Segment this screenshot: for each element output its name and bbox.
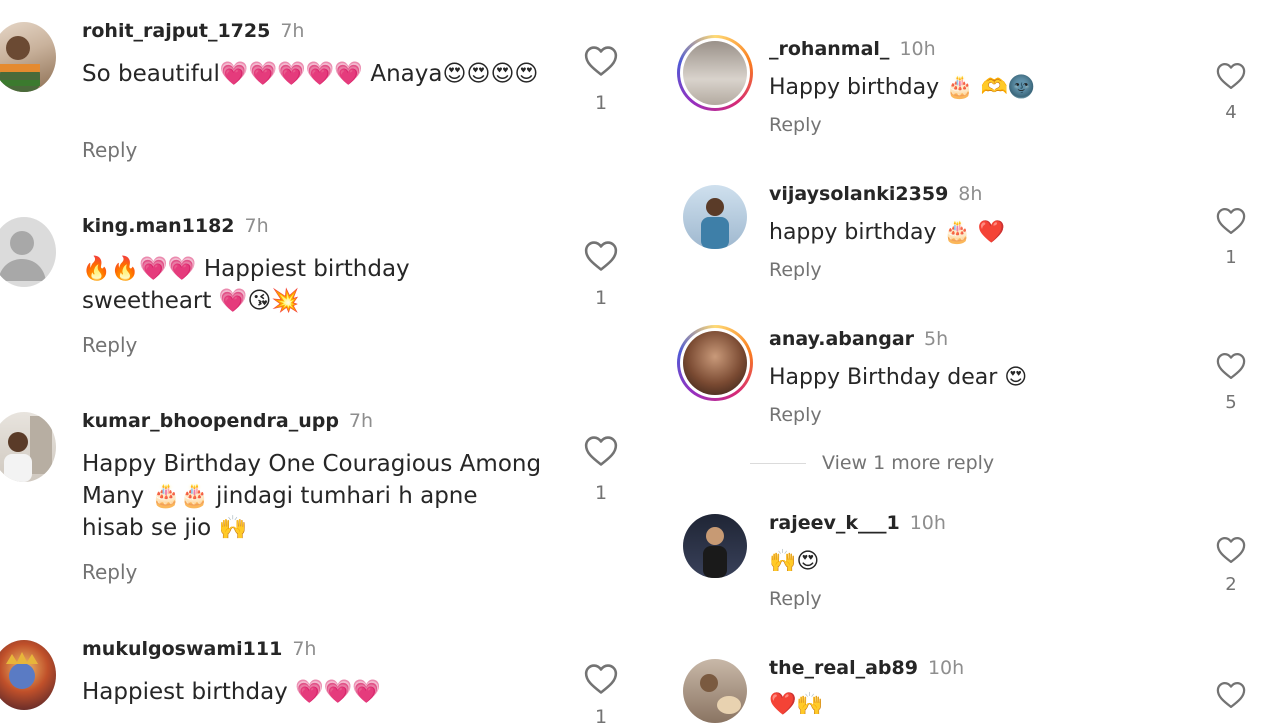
timestamp: 7h <box>348 410 374 432</box>
comment-text: ❤️🙌 <box>769 692 824 717</box>
avatar[interactable] <box>677 325 753 401</box>
reply-item: the_real_ab89 10h ❤️🙌 <box>640 647 1280 723</box>
avatar[interactable] <box>0 640 56 710</box>
avatar[interactable] <box>677 35 753 111</box>
comment-text: Happiest birthday 💗💗💗 <box>82 679 382 705</box>
comment-meta: kumar_bhoopendra_upp 7h <box>82 410 373 432</box>
reply-item: vijaysolanki2359 8h happy birthday 🎂 ❤️ R… <box>640 173 1280 318</box>
username[interactable]: king.man1182 <box>82 215 235 237</box>
reply-button[interactable]: Reply <box>82 138 137 162</box>
heart-outline-icon[interactable] <box>1216 207 1246 235</box>
like-count: 1 <box>594 92 608 114</box>
username[interactable]: rohit_rajput_1725 <box>82 20 270 42</box>
comment-text: 🙌😍 <box>769 549 820 574</box>
like-count: 4 <box>1225 102 1237 123</box>
comment-item: rohit_rajput_1725 7h So beautiful💗💗💗💗💗 An… <box>0 0 640 195</box>
like-count: 1 <box>594 706 608 728</box>
timestamp: 5h <box>924 328 949 350</box>
like-count: 1 <box>594 287 608 309</box>
timestamp: 8h <box>958 183 983 205</box>
heart-outline-icon[interactable] <box>1216 62 1246 90</box>
heart-outline-icon[interactable] <box>584 45 618 77</box>
timestamp: 7h <box>244 215 269 237</box>
reply-button[interactable]: Reply <box>769 114 822 136</box>
heart-outline-icon[interactable] <box>1216 681 1246 709</box>
comment-meta: vijaysolanki2359 8h <box>769 183 982 205</box>
username[interactable]: vijaysolanki2359 <box>769 183 948 205</box>
timestamp: 7h <box>280 20 305 42</box>
comment-text: 🔥🔥💗💗 Happiest birthday sweetheart 💗😘💥 <box>82 256 410 314</box>
timestamp: 10h <box>899 38 936 60</box>
comment-text: Happy birthday 🎂 🫶🌚 <box>769 75 1036 100</box>
avatar[interactable] <box>0 217 56 287</box>
reply-button[interactable]: Reply <box>82 333 137 357</box>
like-count: 5 <box>1225 392 1237 413</box>
person-icon <box>0 231 46 281</box>
reply-item: anay.abangar 5h Happy Birthday dear 😍 Rep… <box>640 318 1280 448</box>
heart-outline-icon[interactable] <box>1216 352 1246 380</box>
comment-item: mukulgoswami111 7h Happiest birthday 💗💗💗 … <box>0 618 640 728</box>
reply-item: rajeev_k___1 10h 🙌😍 Reply 2 <box>640 502 1280 647</box>
comment-text: happy birthday 🎂 ❤️ <box>769 220 1006 245</box>
comment-meta: the_real_ab89 10h <box>769 657 964 679</box>
comment-text: So beautiful💗💗💗💗💗 Anaya😍😍😍😍 <box>82 61 539 87</box>
comment-meta: anay.abangar 5h <box>769 328 948 350</box>
comment-text: Happy Birthday One Couragious Among Many… <box>82 451 542 541</box>
reply-item: _rohanmal_ 10h Happy birthday 🎂 🫶🌚 Reply … <box>640 28 1280 173</box>
reply-button[interactable]: Reply <box>769 259 822 281</box>
reply-button[interactable]: Reply <box>82 560 137 584</box>
right-comment-column: _rohanmal_ 10h Happy birthday 🎂 🫶🌚 Reply … <box>640 0 1280 723</box>
view-more-replies-button[interactable]: View 1 more reply <box>822 452 994 474</box>
divider <box>750 463 806 464</box>
timestamp: 10h <box>909 512 946 534</box>
heart-outline-icon[interactable] <box>584 435 618 467</box>
heart-outline-icon[interactable] <box>584 240 618 272</box>
timestamp: 10h <box>927 657 965 679</box>
heart-outline-icon[interactable] <box>584 663 618 695</box>
reply-button[interactable]: Reply <box>769 588 822 610</box>
comment-item: kumar_bhoopendra_upp 7h Happy Birthday On… <box>0 390 640 618</box>
avatar[interactable] <box>683 514 747 578</box>
avatar[interactable] <box>683 659 747 723</box>
username[interactable]: kumar_bhoopendra_upp <box>82 410 339 432</box>
username[interactable]: anay.abangar <box>769 328 914 350</box>
timestamp: 7h <box>292 638 317 660</box>
comment-meta: _rohanmal_ 10h <box>769 38 936 60</box>
comment-text: Happy Birthday dear 😍 <box>769 365 1028 390</box>
like-count: 1 <box>1225 247 1237 268</box>
reply-button[interactable]: Reply <box>769 404 822 426</box>
username[interactable]: rajeev_k___1 <box>769 512 900 534</box>
comment-meta: king.man1182 7h <box>82 215 269 237</box>
comment-meta: rohit_rajput_1725 7h <box>82 20 304 42</box>
like-count: 1 <box>594 482 608 504</box>
username[interactable]: _rohanmal_ <box>769 38 889 60</box>
comment-item: king.man1182 7h 🔥🔥💗💗 Happiest birthday sw… <box>0 195 640 390</box>
avatar[interactable] <box>683 185 747 249</box>
comment-meta: rajeev_k___1 10h <box>769 512 946 534</box>
avatar[interactable] <box>0 22 56 92</box>
comment-meta: mukulgoswami111 7h <box>82 638 316 660</box>
heart-outline-icon[interactable] <box>1216 536 1246 564</box>
username[interactable]: mukulgoswami111 <box>82 638 282 660</box>
username[interactable]: the_real_ab89 <box>769 657 918 679</box>
avatar[interactable] <box>0 412 56 482</box>
like-count: 2 <box>1225 574 1237 595</box>
left-comment-column: rohit_rajput_1725 7h So beautiful💗💗💗💗💗 An… <box>0 0 640 728</box>
